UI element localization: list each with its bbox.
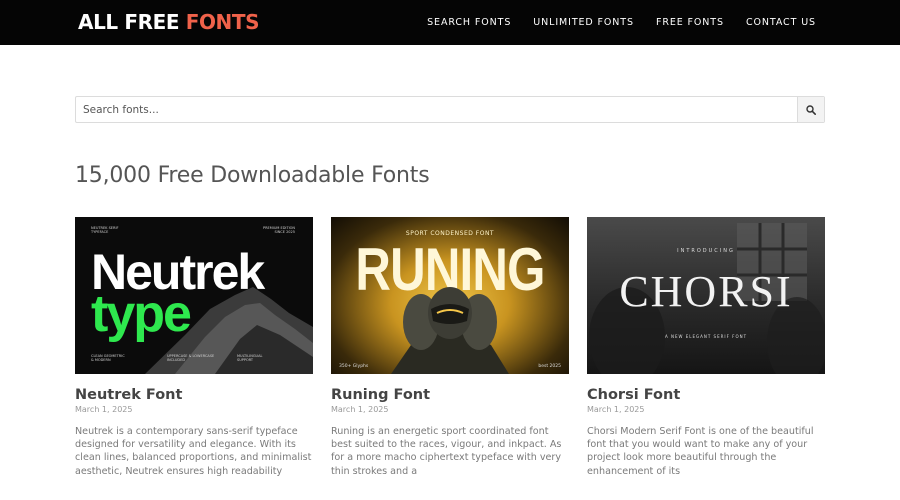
card-description: Chorsi Modern Serif Font is one of the b… (587, 426, 814, 477)
search-button[interactable] (797, 97, 824, 122)
card-title[interactable]: Runing Font (331, 386, 569, 404)
thumb-small-text: UPPERCASE & LOWERCASE INCLUDED (167, 354, 215, 362)
logo-text-accent: FONTS (185, 10, 260, 34)
site-logo[interactable]: ALL FREE FONTS (78, 10, 260, 34)
thumb-small-text: CLEAN GEOMETRIC & MODERN (91, 354, 125, 362)
card-title[interactable]: Neutrek Font (75, 386, 313, 404)
thumb-small-text: NEUTREK SERIF TYPEFACE (91, 226, 119, 234)
font-card-runing[interactable]: SPORT CONDENSED FONT RUNING 350+ Glyphs … (331, 217, 569, 478)
nav-free-fonts[interactable]: FREE FONTS (656, 17, 724, 28)
nav-unlimited-fonts[interactable]: UNLIMITED FONTS (533, 17, 634, 28)
font-thumbnail[interactable]: SPORT CONDENSED FONT RUNING 350+ Glyphs … (331, 217, 569, 374)
card-title[interactable]: Chorsi Font (587, 386, 825, 404)
thumb-small-text: MULTILINGUAL SUPPORT (237, 354, 263, 362)
thumb-small-text: PREMIUM EDITION SINCE 2025 (263, 226, 295, 234)
main-nav: SEARCH FONTS UNLIMITED FONTS FREE FONTS … (427, 0, 816, 45)
thumb-subtitle: INTRODUCING (677, 248, 735, 254)
search-bar (75, 96, 825, 123)
thumb-footer-left: 350+ Glyphs (339, 364, 369, 369)
card-description: Runing is an energetic sport coordinated… (331, 426, 562, 477)
search-icon (806, 104, 816, 115)
thumb-tagline: A NEW ELEGANT SERIF FONT (664, 334, 748, 339)
search-input[interactable] (76, 97, 797, 122)
card-date: March 1, 2025 (331, 405, 389, 414)
page-title: 15,000 Free Downloadable Fonts (75, 163, 430, 188)
font-thumbnail[interactable]: INTRODUCING CHORSI A NEW ELEGANT SERIF F… (587, 217, 825, 374)
logo-text-white: ALL FREE (78, 10, 186, 34)
font-card-chorsi[interactable]: INTRODUCING CHORSI A NEW ELEGANT SERIF F… (587, 217, 825, 478)
top-header: ALL FREE FONTS SEARCH FONTS UNLIMITED FO… (0, 0, 900, 45)
thumb-word-chorsi: CHORSI (619, 267, 793, 316)
runner-helmet-graphic (391, 287, 509, 374)
nav-search-fonts[interactable]: SEARCH FONTS (427, 17, 511, 28)
thumb-footer-right: best 2025 (538, 364, 561, 369)
card-date: March 1, 2025 (75, 405, 133, 414)
font-card-neutrek[interactable]: NEUTREK SERIF TYPEFACE PREMIUM EDITION SIN… (75, 217, 313, 478)
card-description: Neutrek is a contemporary sans-serif typ… (75, 426, 312, 477)
nav-contact-us[interactable]: CONTACT US (746, 17, 816, 28)
thumb-word-type: type (91, 285, 192, 343)
card-date: March 1, 2025 (587, 405, 645, 414)
font-thumbnail[interactable]: NEUTREK SERIF TYPEFACE PREMIUM EDITION SIN… (75, 217, 313, 374)
